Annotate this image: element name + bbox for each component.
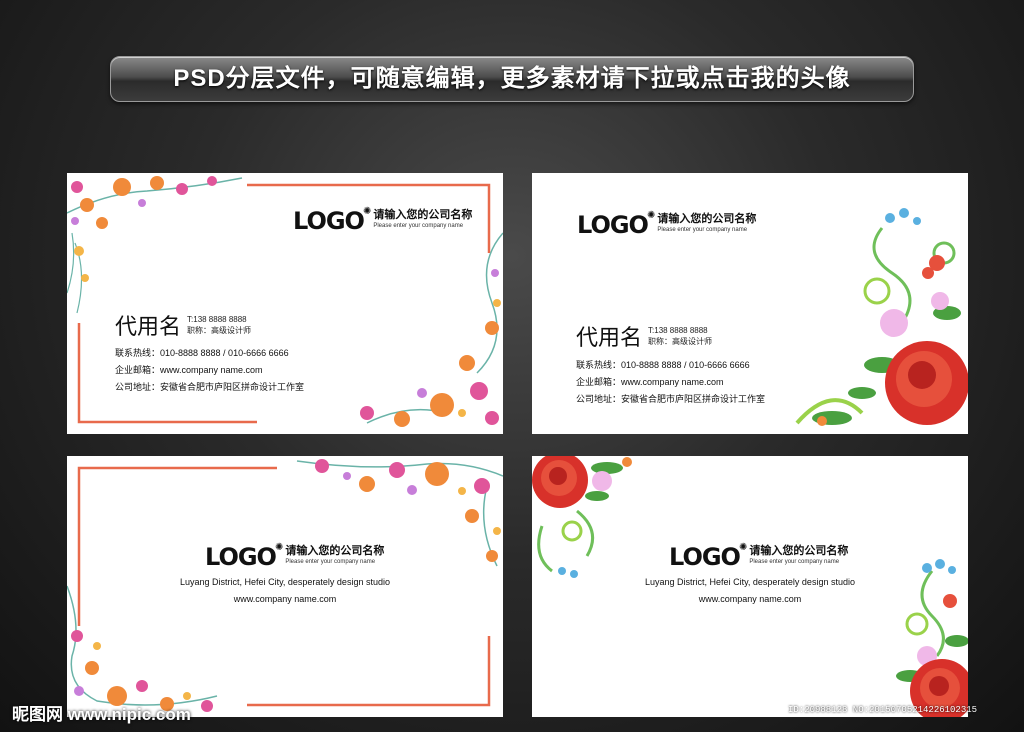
- contact-email: 企业邮箱：www.company name.com: [576, 377, 724, 387]
- company-logo: LOGO ✺ 请输入您的公司名称 Please enter your compa…: [205, 542, 385, 571]
- logo-mark: LOGO: [577, 211, 649, 239]
- company-logo: LOGO ✺ 请输入您的公司名称 Please enter your compa…: [577, 210, 757, 239]
- company-name-cn: 请输入您的公司名称: [657, 213, 757, 225]
- business-card-front-2: LOGO ✺ 请输入您的公司名称 Please enter your compa…: [532, 173, 968, 434]
- business-card-front-1: LOGO ✺ 请输入您的公司名称 Please enter your compa…: [67, 173, 503, 434]
- company-name-en: Please enter your company name: [749, 559, 840, 565]
- person-tel: T:138 8888 8888: [648, 326, 708, 335]
- company-name-en: Please enter your company name: [373, 223, 464, 229]
- person-name: 代用名: [576, 326, 643, 351]
- company-name-cn: 请输入您的公司名称: [749, 545, 849, 557]
- website: www.company name.com: [698, 594, 802, 604]
- contact-address: 公司地址：安徽省合肥市庐阳区拼命设计工作室: [576, 394, 766, 404]
- person-title: 职称：高级设计师: [648, 337, 713, 346]
- top-banner: PSD分层文件，可随意编辑，更多素材请下拉或点击我的头像: [110, 56, 914, 102]
- company-logo: LOGO ✺ 请输入您的公司名称 Please enter your compa…: [293, 206, 473, 235]
- company-name-cn: 请输入您的公司名称: [285, 545, 385, 557]
- person-block: 代用名 T:138 8888 8888 职称：高级设计师: [576, 320, 712, 352]
- company-name-en: Please enter your company name: [657, 227, 748, 233]
- contact-email: 企业邮箱：www.company name.com: [115, 365, 263, 375]
- watermark-id: ID:20988128 NO:20150705214226102315: [788, 705, 978, 715]
- company-logo: LOGO ✺ 请输入您的公司名称 Please enter your compa…: [669, 542, 849, 571]
- business-card-back-2: LOGO ✺ 请输入您的公司名称 Please enter your compa…: [532, 456, 968, 717]
- address-en: Luyang District, Hefei City, desperately…: [180, 577, 390, 587]
- contact-hotline: 联系热线：010-8888 8888 / 010-6666 6666: [576, 360, 750, 370]
- logo-mark: LOGO: [205, 543, 277, 571]
- logo-mark: LOGO: [293, 207, 365, 235]
- sparkle-icon: ✺: [738, 542, 748, 553]
- company-name-cn: 请输入您的公司名称: [373, 209, 473, 221]
- contact-address: 公司地址：安徽省合肥市庐阳区拼命设计工作室: [115, 382, 305, 392]
- business-card-back-1: LOGO ✺ 请输入您的公司名称 Please enter your compa…: [67, 456, 503, 717]
- contact-list: 联系热线：010-8888 8888 / 010-6666 6666 企业邮箱：…: [576, 357, 765, 408]
- company-name-en: Please enter your company name: [285, 559, 376, 565]
- person-title: 职称：高级设计师: [187, 326, 252, 335]
- website: www.company name.com: [233, 594, 337, 604]
- logo-mark: LOGO: [669, 543, 741, 571]
- person-block: 代用名 T:138 8888 8888 职称：高级设计师: [115, 309, 251, 341]
- sparkle-icon: ✺: [274, 542, 284, 553]
- contact-list: 联系热线：010-8888 8888 / 010-6666 6666 企业邮箱：…: [115, 345, 304, 396]
- person-name: 代用名: [115, 315, 182, 340]
- address-en: Luyang District, Hefei City, desperately…: [645, 577, 855, 587]
- sparkle-icon: ✺: [362, 206, 372, 217]
- sparkle-icon: ✺: [646, 210, 656, 221]
- watermark-site: 昵图网 www.nipic.com: [12, 705, 191, 724]
- person-tel: T:138 8888 8888: [187, 315, 247, 324]
- contact-hotline: 联系热线：010-8888 8888 / 010-6666 6666: [115, 348, 289, 358]
